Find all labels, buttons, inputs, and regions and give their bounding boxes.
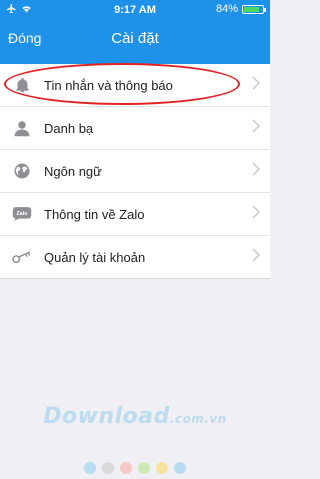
battery-fill	[244, 6, 259, 12]
settings-item-account[interactable]: Quản lý tài khoản	[0, 236, 270, 279]
watermark-dots	[0, 462, 270, 474]
battery-percent: 84%	[215, 3, 238, 15]
person-icon	[0, 119, 44, 137]
settings-item-contacts[interactable]: Danh bạ	[0, 107, 270, 150]
settings-item-label: Danh bạ	[44, 120, 94, 136]
settings-item-label: Thông tin về Zalo	[44, 206, 145, 222]
settings-item-about-zalo[interactable]: Zalo Thông tin về Zalo	[0, 193, 270, 236]
svg-text:Zalo: Zalo	[16, 211, 28, 217]
watermark-logo: Download.com.vn	[0, 404, 270, 429]
chevron-right-icon	[252, 205, 260, 219]
chevron-right-icon	[252, 76, 260, 90]
watermark-dot	[84, 462, 96, 474]
globe-icon	[0, 162, 44, 180]
settings-item-label: Ngôn ngữ	[44, 163, 102, 179]
settings-item-label: Quản lý tài khoản	[44, 249, 146, 265]
watermark-dot	[174, 462, 186, 474]
battery-icon	[242, 4, 266, 14]
watermark-suffix: .com.vn	[169, 412, 227, 426]
settings-item-language[interactable]: Ngôn ngữ	[0, 150, 270, 193]
bell-icon	[0, 76, 44, 94]
status-right: 84%	[215, 3, 266, 15]
navigation-bar: Đóng Cài đặt	[0, 20, 270, 64]
settings-item-messages[interactable]: Tin nhắn và thông báo	[0, 64, 270, 107]
zalo-icon: Zalo	[0, 206, 44, 222]
watermark-dot	[120, 462, 132, 474]
watermark-dot	[102, 462, 114, 474]
page-title: Cài đặt	[111, 30, 159, 47]
watermark-dot	[138, 462, 150, 474]
chevron-right-icon	[252, 162, 260, 176]
chevron-right-icon	[252, 248, 260, 262]
chevron-right-icon	[252, 119, 260, 133]
status-bar: 9:17 AM 84%	[0, 0, 270, 20]
key-icon	[0, 250, 44, 264]
watermark-dot	[156, 462, 168, 474]
watermark-text: Download	[43, 404, 170, 429]
settings-item-label: Tin nhắn và thông báo	[44, 77, 173, 93]
header-bar: 9:17 AM 84% Đóng Cài đặt	[0, 0, 270, 64]
settings-list: Tin nhắn và thông báo Danh bạ Ngôn ngữ Z…	[0, 64, 270, 279]
